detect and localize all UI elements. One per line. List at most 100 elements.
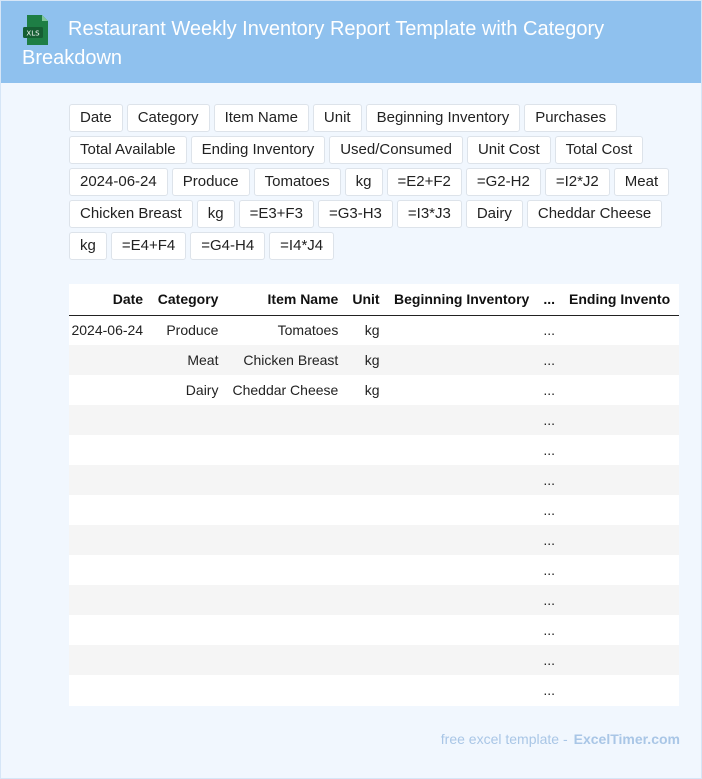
cell-chip[interactable]: Unit <box>312 104 362 132</box>
footer-brand-link[interactable]: ExcelTimer.com <box>574 731 680 747</box>
cell-chip[interactable]: Used/Consumed <box>329 136 463 164</box>
cell-chip[interactable]: Total Cost <box>554 136 644 164</box>
table-row[interactable]: 2... <box>69 675 679 705</box>
table-cell-ellipsis: ... <box>536 345 563 375</box>
column-header-item-name[interactable]: Item Name <box>225 284 346 316</box>
table-cell-date <box>69 495 150 525</box>
table-cell-beginning-inventory <box>387 435 537 465</box>
cell-chip[interactable]: =I4*J4 <box>269 232 335 260</box>
cell-chip[interactable]: kg <box>196 200 235 228</box>
table-cell-category <box>150 405 226 435</box>
column-header-unit[interactable]: Unit <box>345 284 387 316</box>
cell-chip[interactable]: 2024-06-24 <box>69 168 168 196</box>
data-table: Date Category Item Name Unit Beginning Inven… <box>69 284 679 705</box>
column-header-ending-inventory[interactable]: Ending Invento <box>562 284 679 316</box>
cell-chip[interactable]: Purchases <box>524 104 618 132</box>
table-cell-beginning-inventory <box>387 555 537 585</box>
column-header-beginning-inventory[interactable]: Beginning Inventory <box>386 284 537 316</box>
table-cell-beginning-inventory <box>386 345 537 375</box>
table-row[interactable]: 4... <box>69 435 679 465</box>
table-cell-ellipsis: ... <box>536 645 563 675</box>
table-cell-ellipsis: ... <box>536 465 563 495</box>
table-cell-date <box>69 405 151 435</box>
table-row[interactable]: 9... <box>69 585 679 615</box>
cell-chip[interactable]: Date <box>69 104 123 132</box>
table-cell-date <box>69 435 150 465</box>
table-row[interactable]: 3... <box>69 405 679 435</box>
table-row[interactable]: 7... <box>69 525 679 555</box>
cell-chip[interactable]: Meat <box>613 168 670 196</box>
table-cell-unit <box>345 495 386 525</box>
cell-chip[interactable]: Tomatoes <box>253 168 341 196</box>
cell-chip[interactable]: Chicken Breast <box>69 200 193 228</box>
data-table-viewport[interactable]: Date Category Item Name Unit Beginning Inven… <box>69 284 679 706</box>
table-cell-date <box>69 675 150 705</box>
table-cell-ellipsis: ... <box>543 382 556 398</box>
cell-chip[interactable]: Total Available <box>69 136 187 164</box>
table-cell-unit <box>345 585 387 615</box>
table-cell-item-name <box>225 615 345 645</box>
table-cell-unit: kg <box>345 345 387 375</box>
cell-chip[interactable]: Item Name <box>213 104 309 132</box>
cell-chip[interactable]: =G2-H2 <box>465 168 541 196</box>
table-cell-unit: kg <box>364 322 380 339</box>
cell-chip[interactable]: kg <box>69 232 107 260</box>
cell-chip[interactable]: =G3-H3 <box>317 200 393 228</box>
table-cell-date <box>69 615 150 645</box>
column-header-category[interactable]: Category <box>150 284 226 316</box>
table-cell-category <box>150 615 225 645</box>
table-body: 02024-06-24ProduceTomatoeskg...1MeatChic… <box>69 315 679 705</box>
column-header-date[interactable]: Date <box>69 284 151 316</box>
table-cell-unit: kg <box>364 382 380 398</box>
cell-chip[interactable]: =G4-H4 <box>190 232 266 260</box>
cell-chip[interactable]: =E3+F3 <box>238 200 314 228</box>
table-cell-unit <box>345 525 387 555</box>
cell-chip[interactable]: Produce <box>171 168 250 196</box>
table-cell-ending-inventory <box>562 315 679 345</box>
page-title: Restaurant Weekly Inventory Report Templ… <box>22 18 605 69</box>
table-row[interactable]: 1MeatChicken Breastkg... <box>69 345 679 375</box>
table-cell-date <box>69 585 151 615</box>
table-row[interactable]: 5... <box>69 465 679 495</box>
cell-chip[interactable]: =I2*J2 <box>544 168 610 196</box>
table-row[interactable]: 1... <box>69 645 679 675</box>
table-cell-date <box>69 525 151 555</box>
cell-chip[interactable]: kg <box>344 168 383 196</box>
cell-chip[interactable]: =E2+F2 <box>386 168 462 196</box>
table-cell-ellipsis: ... <box>536 405 563 435</box>
table-cell-item-name <box>225 675 345 705</box>
table-row[interactable]: 0... <box>69 615 679 645</box>
cell-chip[interactable]: Cheddar Cheese <box>526 200 663 228</box>
table-cell-item-name <box>225 645 346 675</box>
table-row[interactable]: 6... <box>69 495 679 525</box>
table-cell-unit <box>345 615 386 645</box>
cell-chip[interactable]: Dairy <box>465 200 523 228</box>
table-cell-item-name <box>225 465 346 495</box>
table-cell-ellipsis: ... <box>543 562 556 578</box>
cell-chip[interactable]: =I3*J3 <box>396 200 462 228</box>
table-row[interactable]: 02024-06-24ProduceTomatoeskg... <box>69 315 679 345</box>
cell-chip[interactable]: Beginning Inventory <box>365 104 521 132</box>
table-cell-beginning-inventory <box>387 615 537 645</box>
table-cell-date: 2024-06-24 <box>71 322 144 339</box>
footer-text: free excel template - <box>440 731 568 747</box>
cell-chip[interactable]: Ending Inventory <box>190 136 326 164</box>
table-cell-date <box>69 345 151 375</box>
table-cell-beginning-inventory <box>386 465 537 495</box>
table-cell-ellipsis: ... <box>543 322 556 339</box>
table-cell-unit <box>345 465 387 495</box>
footer-credit: free excel template - ExcelTimer.com <box>441 731 680 747</box>
table-cell-item-name: Tomatoes <box>277 322 339 339</box>
table-row[interactable]: 2DairyCheddar Cheesekg... <box>69 375 679 405</box>
table-cell-unit <box>345 645 387 675</box>
column-header-ellipsis[interactable]: ... <box>536 284 563 316</box>
table-cell-category <box>150 585 226 615</box>
table-cell-ending-inventory <box>562 375 679 405</box>
cell-chip[interactable]: Unit Cost <box>466 136 551 164</box>
cell-chip[interactable]: Category <box>126 104 210 132</box>
table-cell-category <box>150 555 225 585</box>
table-cell-beginning-inventory <box>387 375 537 405</box>
table-cell-beginning-inventory <box>386 585 537 615</box>
cell-chip[interactable]: =E4+F4 <box>110 232 187 260</box>
table-row[interactable]: 8... <box>69 555 679 585</box>
